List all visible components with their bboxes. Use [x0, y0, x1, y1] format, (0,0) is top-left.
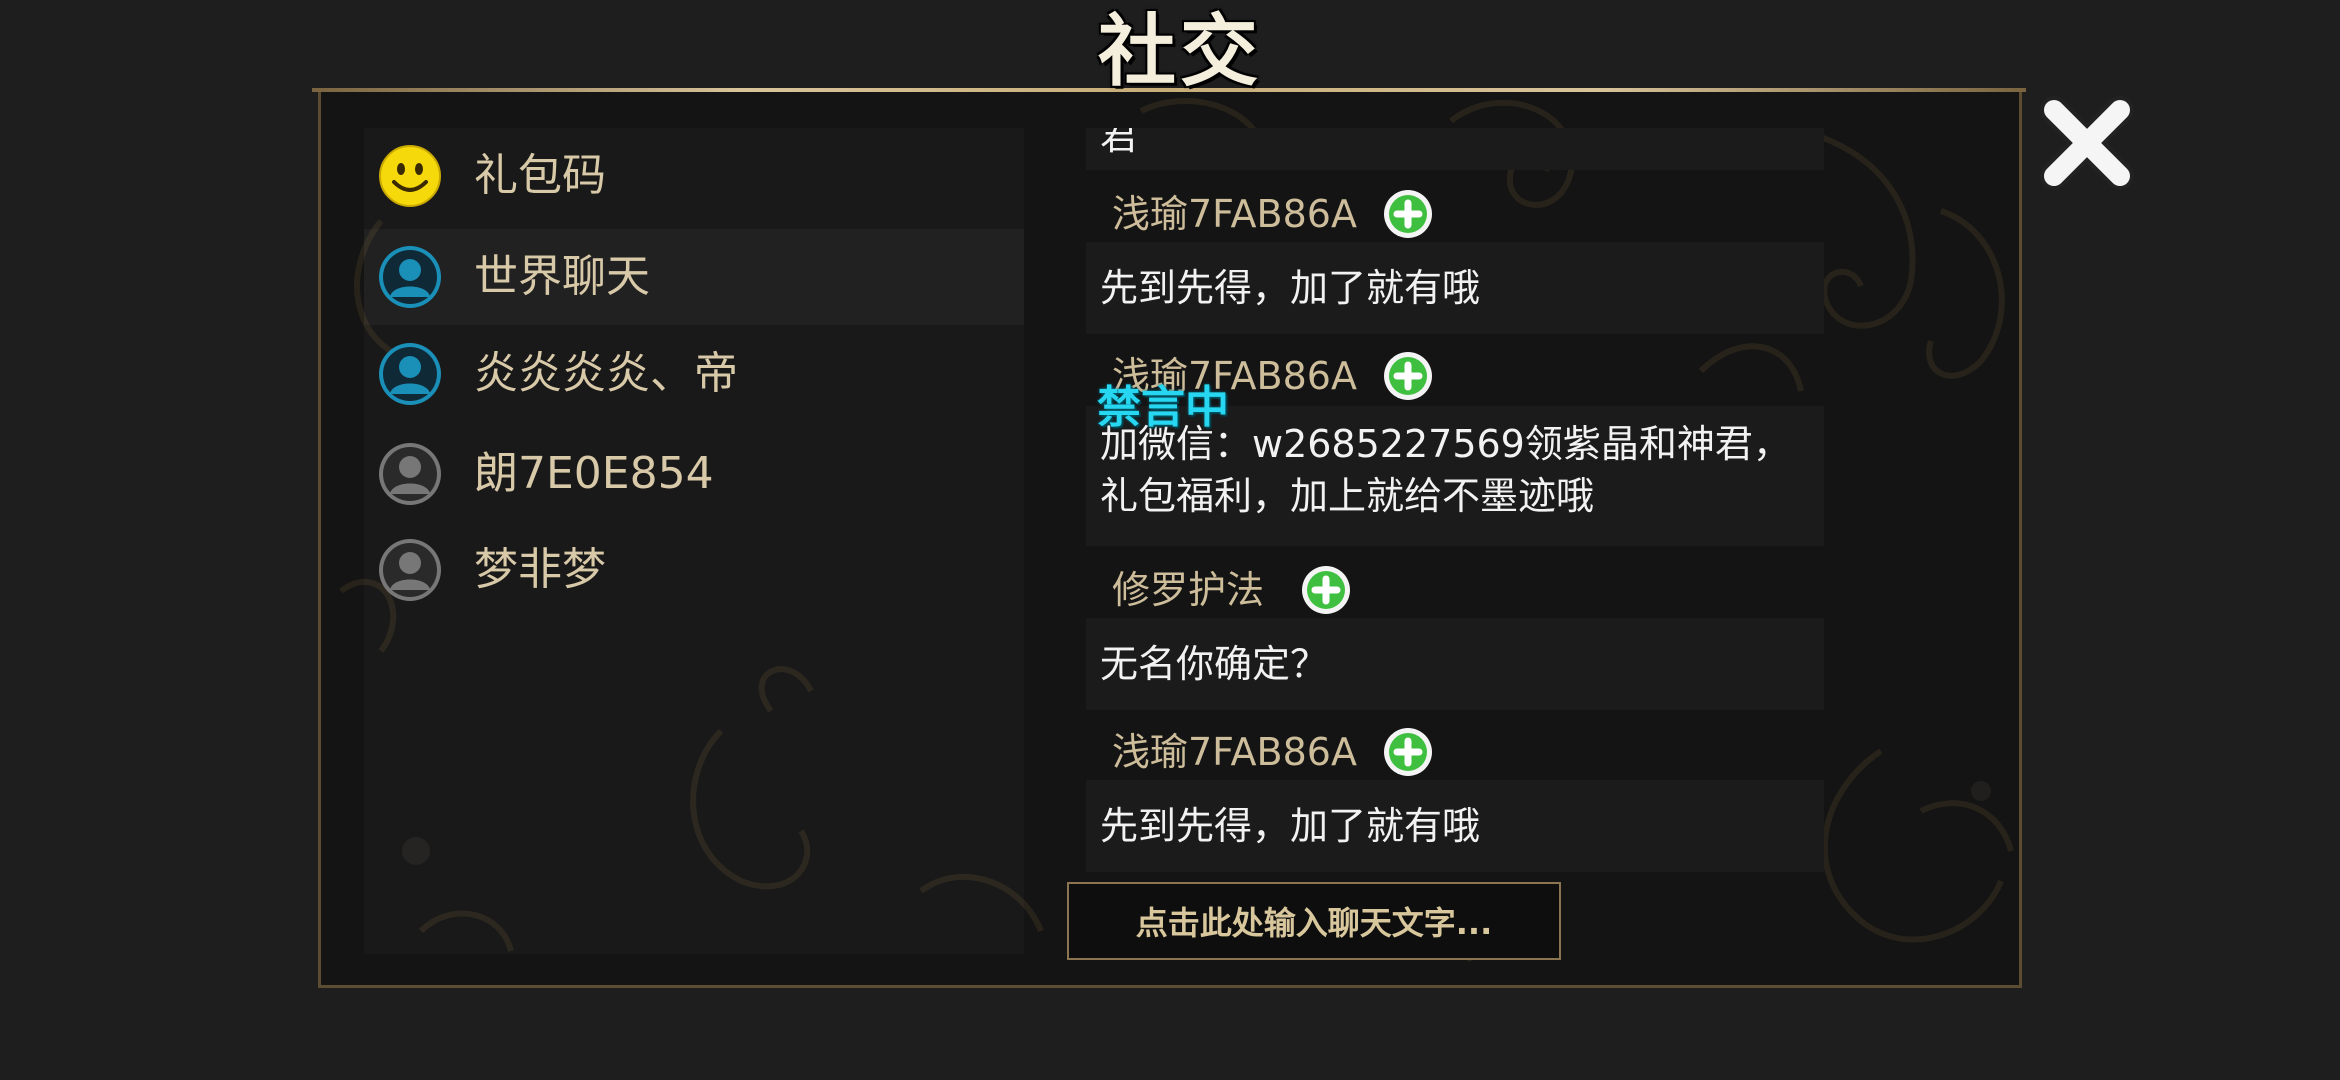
contact-label: 礼包码: [474, 150, 606, 201]
add-friend-icon[interactable]: [1382, 188, 1434, 240]
message-text: 先到先得，加了就有哦: [1100, 804, 1481, 848]
message-sender: 浅瑜7FAB86A: [1112, 192, 1357, 236]
add-friend-icon[interactable]: [1300, 564, 1352, 616]
contact-label: 梦非梦: [474, 544, 606, 595]
chat-message-bubble: 君: [1086, 128, 1824, 170]
chat-message-bubble: 无名你确定？: [1086, 618, 1824, 710]
close-icon[interactable]: [2032, 88, 2142, 198]
contact-label: 朗7E0E854: [474, 448, 714, 499]
add-friend-icon[interactable]: [1382, 726, 1434, 778]
chat-message-bubble: 先到先得，加了就有哦: [1086, 780, 1824, 872]
social-screen: 社交 礼包码 世界聊天 炎炎炎炎、帝 朗7E0E854 梦非梦 君 浅瑜7FAB…: [0, 0, 2340, 1080]
chat-input-field[interactable]: 点击此处输入聊天文字...: [1067, 882, 1561, 960]
muted-status-badge: 禁言中: [1097, 382, 1229, 433]
contact-label: 世界聊天: [474, 251, 650, 302]
contact-item-yanyan[interactable]: 炎炎炎炎、帝: [364, 326, 1024, 422]
chat-message-list[interactable]: 君 浅瑜7FAB86A 先到先得，加了就有哦 浅瑜7FAB86A 加微信：w26…: [1086, 128, 1824, 878]
chat-message-bubble: 先到先得，加了就有哦: [1086, 242, 1824, 334]
chat-input-placeholder: 点击此处输入聊天文字...: [1135, 904, 1493, 942]
message-text: 礼包福利，加上就给不墨迹哦: [1100, 474, 1595, 518]
contact-item-meng[interactable]: 梦非梦: [364, 522, 1024, 618]
message-sender: 浅瑜7FAB86A: [1112, 730, 1357, 774]
contact-item-world-chat[interactable]: 世界聊天: [364, 229, 1024, 325]
user-avatar-offline-icon: [379, 443, 441, 505]
page-title: 社交: [1097, 6, 1262, 97]
add-friend-icon[interactable]: [1382, 350, 1434, 402]
contact-item-gift-code[interactable]: 礼包码: [364, 128, 1024, 224]
message-text: 无名你确定？: [1100, 642, 1329, 686]
contact-label: 炎炎炎炎、帝: [474, 348, 738, 399]
message-sender: 修罗护法: [1112, 568, 1265, 612]
contact-list: 礼包码 世界聊天 炎炎炎炎、帝 朗7E0E854 梦非梦: [364, 128, 1024, 954]
user-avatar-icon: [379, 246, 441, 308]
user-avatar-icon: [379, 343, 441, 405]
smiley-face-icon: [379, 145, 441, 207]
contact-item-lang[interactable]: 朗7E0E854: [364, 426, 1024, 522]
message-text: 先到先得，加了就有哦: [1100, 266, 1481, 310]
user-avatar-offline-icon: [379, 539, 441, 601]
message-text: 君: [1100, 128, 1139, 158]
